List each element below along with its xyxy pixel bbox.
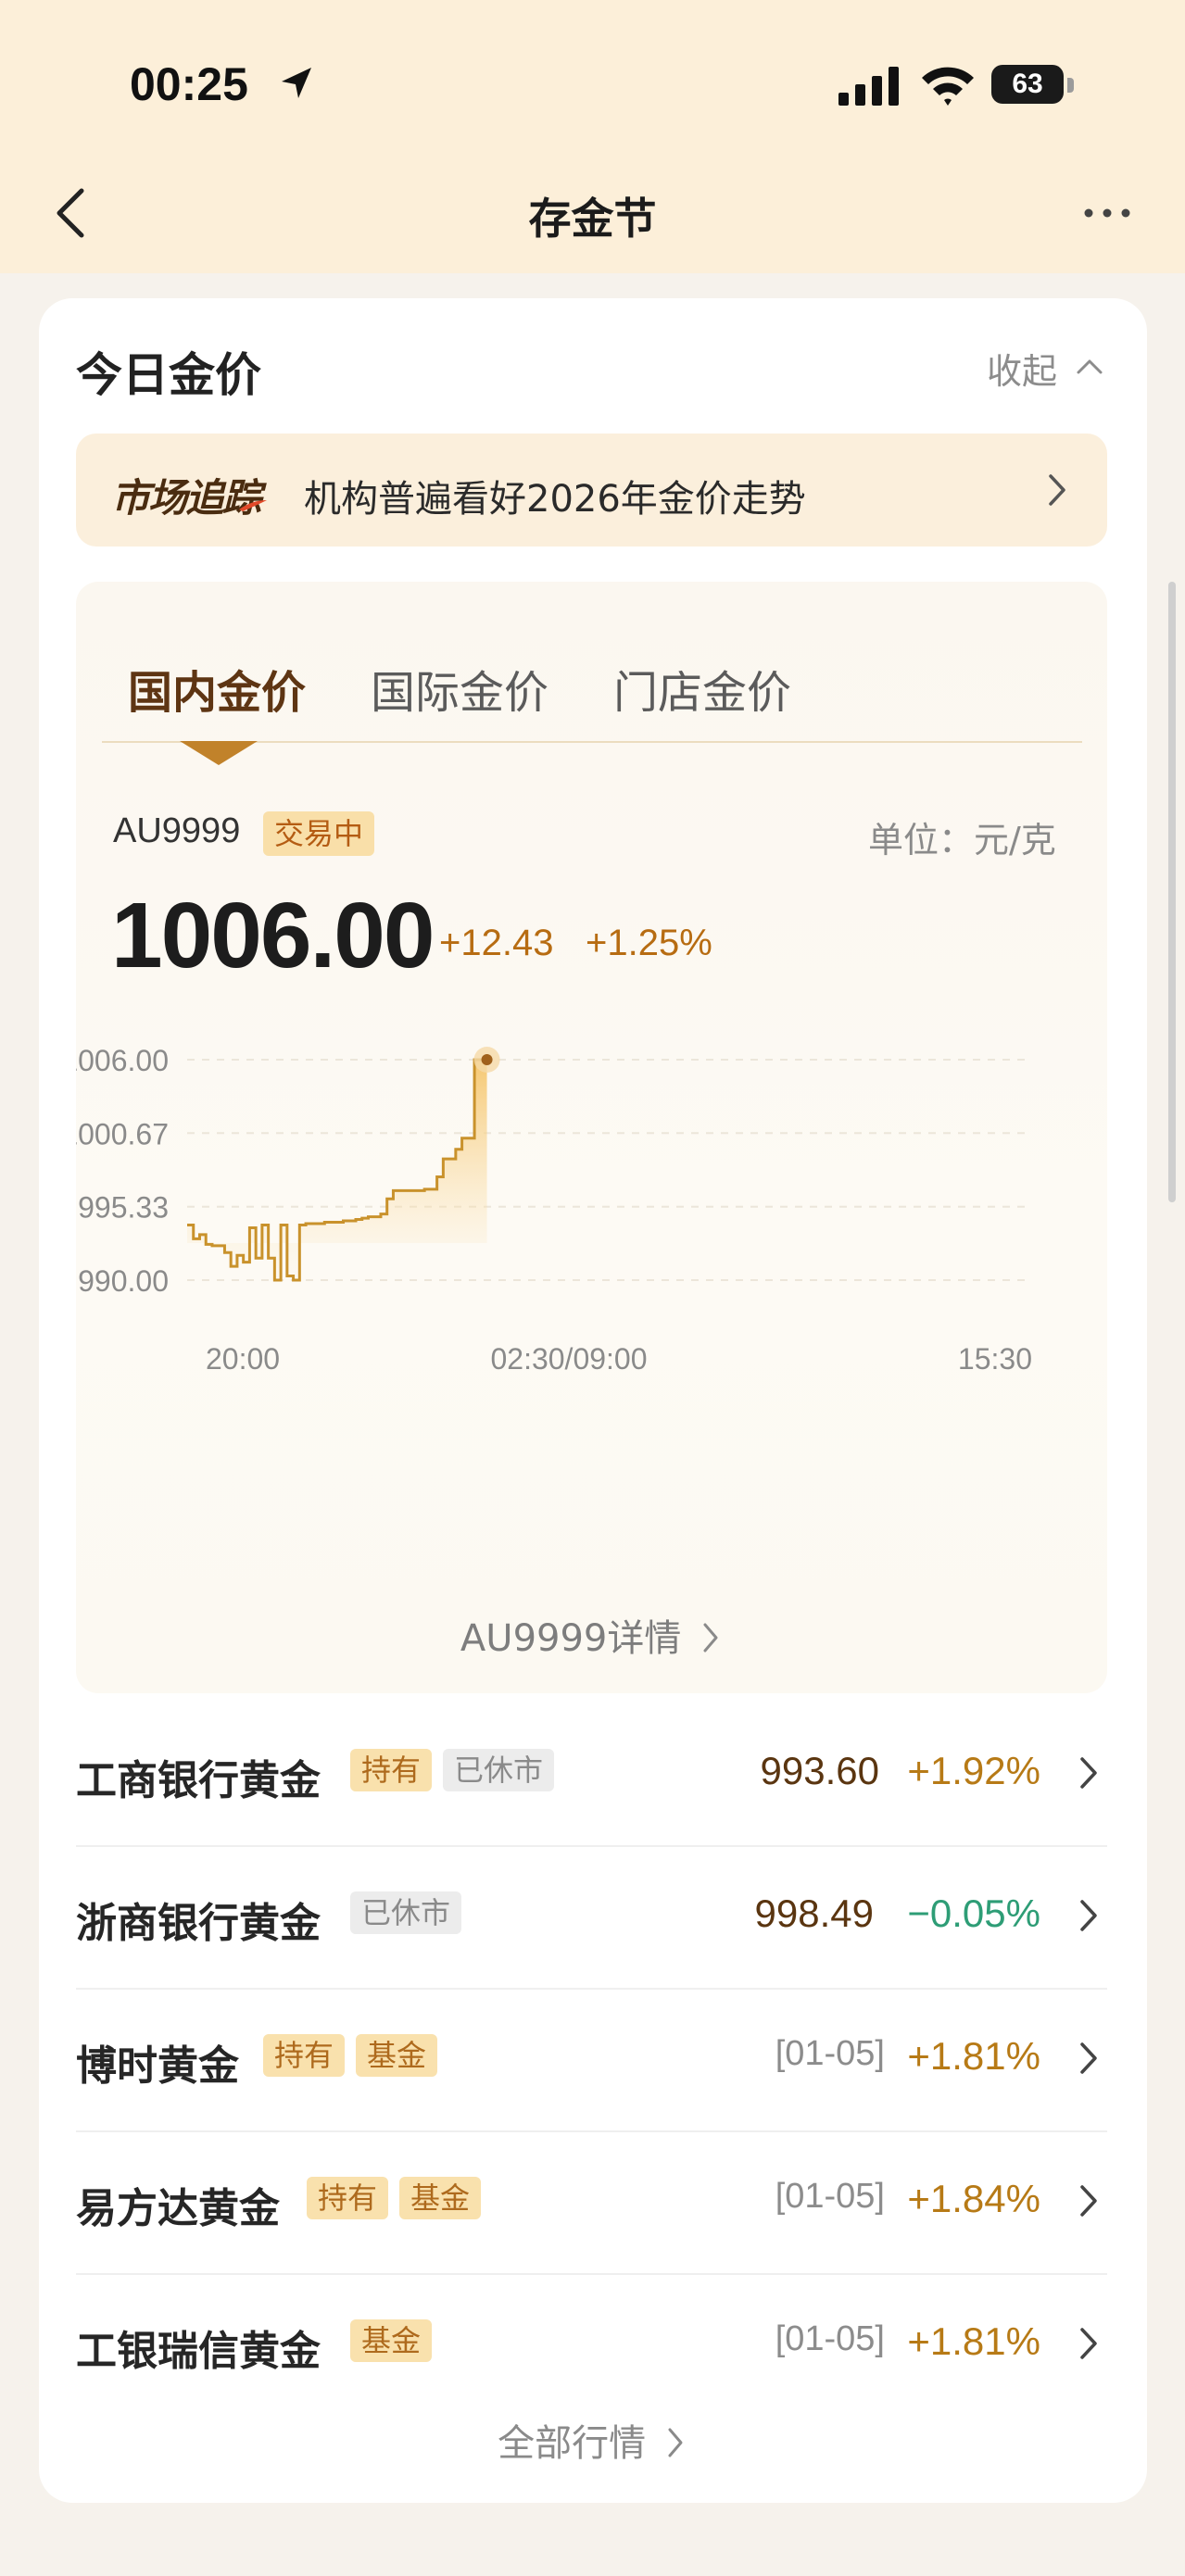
product-name: 博时黄金 <box>76 2042 239 2090</box>
chevron-right-icon <box>1080 1900 1097 1931</box>
product-price: 998.49 <box>754 1891 874 1935</box>
product-name: 易方达黄金 <box>76 2185 280 2232</box>
au9999-detail-link[interactable]: AU9999详情 <box>76 1608 1107 1662</box>
product-name: 工商银行黄金 <box>76 1757 321 1804</box>
quote-date: [01-05] <box>775 2034 885 2073</box>
x-tick-label: 20:00 <box>206 1342 280 1376</box>
wifi-icon <box>922 67 974 106</box>
product-change-percent: +1.81% <box>907 2034 1040 2078</box>
market-tracking-logo: 市场追踪 <box>111 475 261 521</box>
product-name: 工银瑞信黄金 <box>76 2328 321 2375</box>
tab-international[interactable]: 国际金价 <box>371 656 548 721</box>
chevron-right-icon <box>1049 474 1065 506</box>
product-row[interactable]: 博时黄金 持有 基金 [01-05] +1.81% <box>76 1990 1107 2132</box>
battery-tip <box>1067 78 1074 93</box>
chevron-right-icon <box>1080 1757 1097 1789</box>
quote-date: [01-05] <box>775 2177 885 2216</box>
product-change-percent: +1.84% <box>907 2177 1040 2220</box>
cellular-signal-icon <box>838 67 899 106</box>
quote-symbol: AU9999 <box>113 811 241 850</box>
product-change-percent: +1.81% <box>907 2319 1040 2363</box>
market-closed-badge: 已休市 <box>350 1891 462 1934</box>
chevron-right-icon <box>703 1623 718 1652</box>
intraday-price-chart: 1006.00 1000.67 995.33 990.00 20:00 02:30/09… <box>76 1044 1032 1376</box>
detail-link-label: AU9999详情 <box>460 1617 682 1660</box>
fund-badge: 基金 <box>356 2034 438 2077</box>
fund-badge: 基金 <box>350 2319 433 2362</box>
holding-badge: 持有 <box>307 2177 389 2219</box>
product-price: 993.60 <box>760 1749 879 1792</box>
x-tick-label: 15:30 <box>958 1342 1032 1376</box>
product-change-percent: −0.05% <box>907 1891 1040 1935</box>
page-title: 存金节 <box>528 194 657 244</box>
y-tick-label: 1000.67 <box>76 1117 169 1150</box>
logo-swoosh-icon <box>239 500 267 511</box>
latest-point <box>481 1054 493 1065</box>
battery-percentage: 63 <box>1012 69 1043 99</box>
location-arrow-icon <box>282 68 311 98</box>
chevron-right-icon <box>1080 2328 1097 2359</box>
collapse-button[interactable]: 收起 <box>987 343 1057 394</box>
scrollbar[interactable] <box>1168 582 1176 1202</box>
product-change-percent: +1.92% <box>907 1749 1040 1792</box>
fund-badge: 基金 <box>399 2177 482 2219</box>
section-title: 今日金价 <box>76 348 261 402</box>
product-row[interactable]: 工商银行黄金 持有 已休市 993.60 +1.92% <box>76 1704 1107 1847</box>
tab-store[interactable]: 门店金价 <box>613 656 791 721</box>
holding-badge: 持有 <box>263 2034 346 2077</box>
market-tracking-banner[interactable]: 市场追踪 机构普遍看好2026年金价走势 <box>76 434 1107 547</box>
y-tick-label: 1006.00 <box>76 1044 169 1077</box>
x-tick-label: 02:30/09:00 <box>490 1342 647 1376</box>
banner-headline: 机构普遍看好2026年金价走势 <box>304 478 806 521</box>
product-row[interactable]: 浙商银行黄金 已休市 998.49 −0.05% <box>76 1847 1107 1990</box>
nav-bar: 存金节 <box>0 167 1185 259</box>
status-bar: 00:25 63 <box>0 0 1185 167</box>
product-row[interactable]: 易方达黄金 持有 基金 [01-05] +1.84% <box>76 2132 1107 2275</box>
y-tick-label: 995.33 <box>78 1191 169 1225</box>
chevron-right-icon <box>1080 2185 1097 2217</box>
y-tick-label: 990.00 <box>78 1264 169 1298</box>
gold-price-panel: 国内金价 国际金价 门店金价 AU9999 交易中 单位：元/克 1006.00… <box>76 582 1107 1693</box>
market-closed-badge: 已休市 <box>443 1749 555 1791</box>
more-options-icon[interactable] <box>1079 195 1135 232</box>
active-tab-indicator <box>180 741 258 765</box>
product-name: 浙商银行黄金 <box>76 1900 321 1947</box>
price-unit: 单位：元/克 <box>868 820 1056 861</box>
all-quotes-link[interactable]: 全部行情 <box>0 2413 1185 2467</box>
price-change: +12.43 <box>439 923 554 963</box>
status-time: 00:25 <box>130 58 248 110</box>
current-price: 1006.00 <box>111 884 435 987</box>
battery-icon: 63 <box>991 63 1077 107</box>
chevron-right-icon <box>668 2428 683 2457</box>
trading-status-badge: 交易中 <box>263 811 375 856</box>
product-row[interactable]: 工银瑞信黄金 基金 [01-05] +1.81% <box>76 2275 1107 2418</box>
price-change-percent: +1.25% <box>586 923 712 963</box>
tab-domestic[interactable]: 国内金价 <box>128 656 306 721</box>
chevron-right-icon <box>1080 2042 1097 2074</box>
holding-badge: 持有 <box>350 1749 433 1791</box>
chevron-up-icon[interactable] <box>1073 350 1106 383</box>
quote-date: [01-05] <box>775 2319 885 2358</box>
all-quotes-label: 全部行情 <box>498 2422 647 2465</box>
